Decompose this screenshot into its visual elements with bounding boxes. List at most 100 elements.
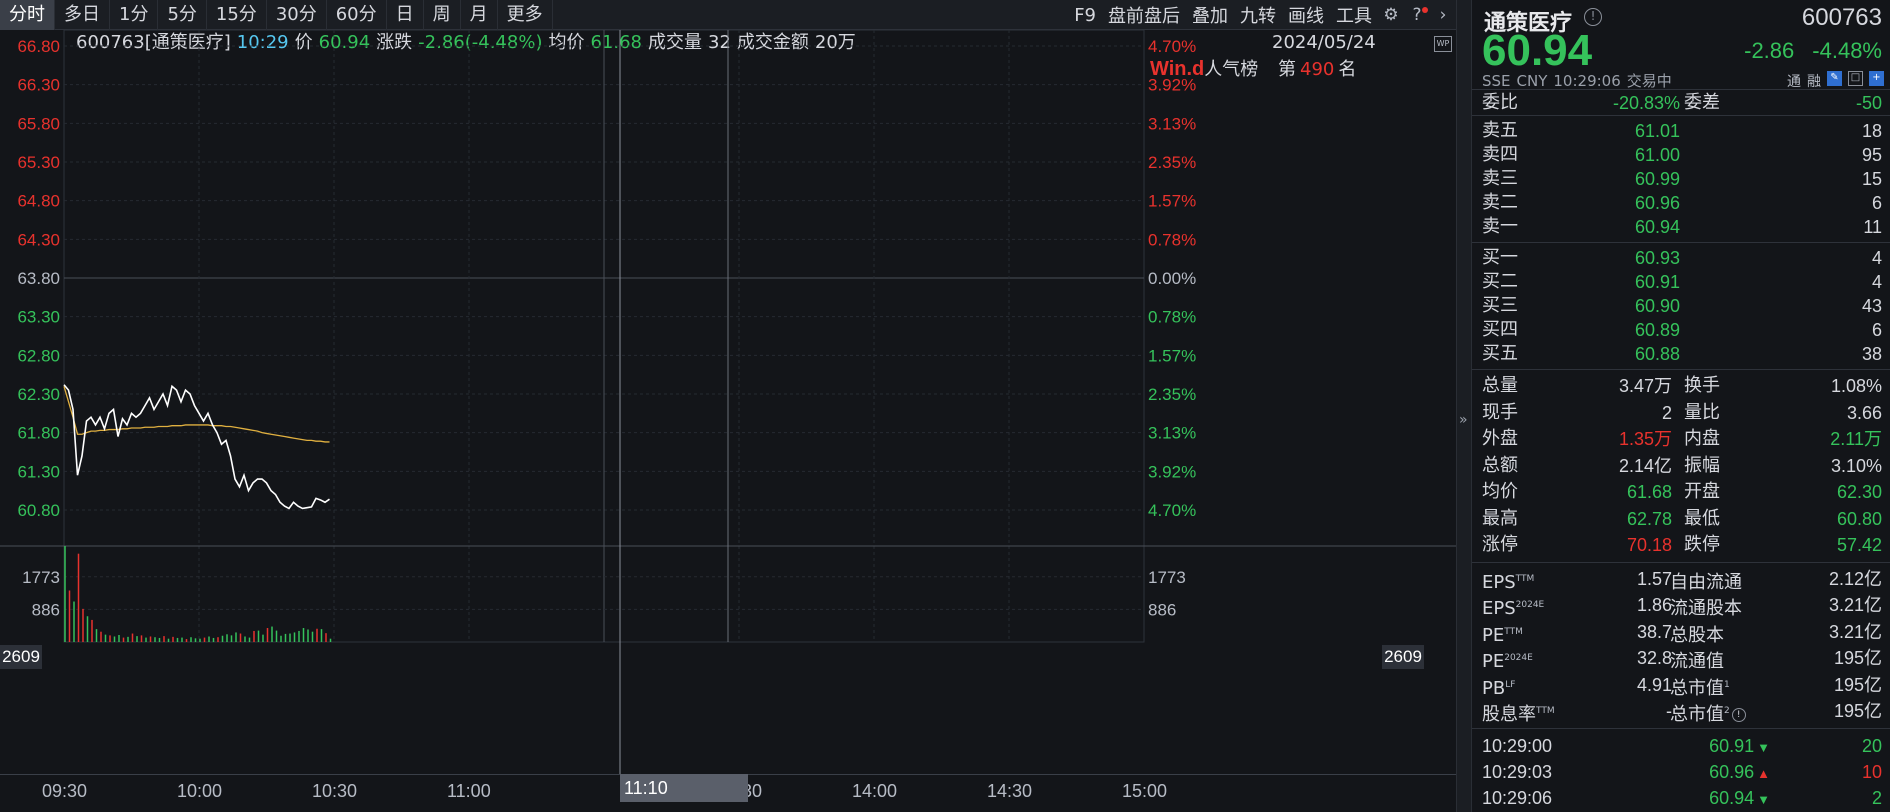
ask-label: 卖一 bbox=[1482, 216, 1518, 237]
stat-label: 外盘 bbox=[1482, 428, 1518, 449]
last-price: 60.94 bbox=[1482, 26, 1593, 75]
tong-tag[interactable]: 通 bbox=[1787, 71, 1801, 91]
ask-row[interactable]: 卖四 61.00 95 bbox=[1472, 143, 1890, 167]
stat-label-2: 换手 bbox=[1684, 375, 1720, 396]
info-icon[interactable]: ! bbox=[1731, 708, 1746, 722]
bid-price: 60.91 bbox=[1634, 272, 1680, 292]
quote-panel: 通策医疗 ! 600763 60.94 -2.86 -4.48% SSE CNY 10… bbox=[1472, 0, 1890, 812]
intraday-chart[interactable]: 600763[通策医疗] 10:29 价 60.94 涨跌 -2.86(-4.48%) 均价… bbox=[0, 30, 1456, 812]
ask-price: 61.00 bbox=[1634, 145, 1680, 165]
trade-volume: 2 bbox=[1871, 787, 1882, 808]
bid-row[interactable]: 买四 60.89 6 bbox=[1472, 318, 1890, 342]
tab-6[interactable]: 60分 bbox=[327, 0, 387, 30]
time-tick: 10:00 bbox=[177, 781, 223, 801]
price-tick-left: 66.30 bbox=[17, 76, 60, 95]
ask-label: 卖三 bbox=[1482, 168, 1518, 189]
tab-7[interactable]: 日 bbox=[387, 0, 424, 30]
stat-value-2: 3.10% bbox=[1830, 455, 1882, 476]
tab-5[interactable]: 30分 bbox=[267, 0, 327, 30]
tab-4[interactable]: 15分 bbox=[207, 0, 267, 30]
bid-row[interactable]: 买三 60.90 43 bbox=[1472, 294, 1890, 318]
time-tick: 10:30 bbox=[312, 781, 358, 801]
stat-value: 2 bbox=[1661, 402, 1672, 423]
trade-price-wrap: 60.96 ▲ bbox=[1709, 759, 1770, 787]
tools-button[interactable]: 工具 bbox=[1330, 2, 1378, 28]
fundamentals: EPSTTM 1.57 自由流通 2.12亿 EPS2024E 1.86 流通股本 3.21亿… bbox=[1472, 563, 1890, 729]
weibi-value: -20.83% bbox=[1612, 93, 1680, 113]
bid-row[interactable]: 买一 60.93 4 bbox=[1472, 246, 1890, 270]
volume-max-tag-left: 2609 bbox=[0, 645, 42, 669]
tab-1[interactable]: 多日 bbox=[55, 0, 110, 30]
pct-tick-right: 4.70% bbox=[1148, 501, 1196, 520]
fund-label: 股息率TTM bbox=[1482, 704, 1555, 725]
tab-0[interactable]: 分时 bbox=[0, 0, 55, 30]
pct-tick-right: 0.78% bbox=[1148, 308, 1196, 327]
volume-tick-right: 1773 bbox=[1148, 568, 1186, 587]
stat-value-2: 1.08% bbox=[1830, 376, 1882, 396]
pre-post-market-button[interactable]: 盘前盘后 bbox=[1102, 2, 1186, 28]
arrow-down-icon: ▼ bbox=[1757, 739, 1770, 755]
nine-turn-button[interactable]: 九转 bbox=[1234, 2, 1282, 28]
stat-label: 最高 bbox=[1482, 507, 1518, 529]
tab-2[interactable]: 1分 bbox=[110, 0, 159, 30]
ask-price: 60.94 bbox=[1634, 217, 1680, 237]
fund-value-2: 2.12亿 bbox=[1828, 568, 1882, 589]
time-tick: 15:00 bbox=[1122, 781, 1168, 801]
tab-3[interactable]: 5分 bbox=[158, 0, 207, 30]
ask-label: 卖四 bbox=[1482, 144, 1518, 165]
chevron-right-icon[interactable]: › bbox=[1430, 5, 1456, 25]
avg-price-line bbox=[63, 386, 330, 443]
ask-label: 卖五 bbox=[1482, 120, 1518, 141]
draw-line-button[interactable]: 画线 bbox=[1282, 2, 1330, 28]
ask-volume: 15 bbox=[1861, 169, 1882, 189]
rong-tag[interactable]: 融 bbox=[1807, 71, 1821, 91]
trade-price: 60.96 bbox=[1709, 761, 1755, 782]
overlay-button[interactable]: 叠加 bbox=[1186, 2, 1234, 28]
price-tick-left: 64.80 bbox=[17, 192, 60, 211]
stat-label-2: 跌停 bbox=[1684, 534, 1720, 555]
quote-subline: SSE CNY 10:29:06 交易中 bbox=[1482, 70, 1678, 91]
stat-value: 61.68 bbox=[1626, 482, 1672, 502]
tab-10[interactable]: 更多 bbox=[498, 0, 553, 30]
gear-icon[interactable]: ⚙ bbox=[1378, 5, 1404, 25]
fund-value: 38.7 bbox=[1636, 621, 1672, 642]
bid-volume: 4 bbox=[1871, 272, 1882, 292]
info-icon[interactable]: ! bbox=[1584, 8, 1602, 26]
ask-book: 卖五 61.01 18 卖四 61.00 95 卖三 60.99 15 卖二 60.96 6 卖一 60.… bbox=[1472, 116, 1890, 243]
tab-9[interactable]: 月 bbox=[461, 0, 498, 30]
fundamental-row: PBLF 4.91 总市值1 195亿 bbox=[1472, 672, 1890, 699]
period-tabs: 分时 多日 1分 5分 15分 30分 60分日周月更多 bbox=[0, 0, 553, 30]
chart-canvas: 66.80 4.70% 66.30 3.92% 65.80 3.13% 65.30 2.35%… bbox=[0, 30, 1456, 774]
notification-dot bbox=[1422, 7, 1428, 13]
bid-row[interactable]: 买五 60.88 38 bbox=[1472, 342, 1890, 366]
ask-row[interactable]: 卖一 60.94 11 bbox=[1472, 215, 1890, 239]
f9-button[interactable]: F9 bbox=[1068, 5, 1102, 26]
stat-label-2: 最低 bbox=[1684, 507, 1720, 529]
window-icon[interactable]: □ bbox=[1848, 71, 1863, 86]
ask-row[interactable]: 卖五 61.01 18 bbox=[1472, 119, 1890, 143]
volume-max-tag-right: 2609 bbox=[1382, 645, 1424, 669]
bid-row[interactable]: 买二 60.91 4 bbox=[1472, 270, 1890, 294]
trade-price: 60.91 bbox=[1709, 735, 1755, 756]
ask-price: 60.96 bbox=[1634, 193, 1680, 213]
plus-icon[interactable]: + bbox=[1869, 71, 1884, 86]
tab-8[interactable]: 周 bbox=[424, 0, 461, 30]
ask-row[interactable]: 卖三 60.99 15 bbox=[1472, 167, 1890, 191]
pct-tick-right: 3.13% bbox=[1148, 424, 1196, 443]
price-tick-left: 66.80 bbox=[17, 37, 60, 56]
ask-row[interactable]: 卖二 60.96 6 bbox=[1472, 191, 1890, 215]
help-icon[interactable]: ? bbox=[1404, 5, 1430, 25]
price-tick-left: 62.30 bbox=[17, 385, 60, 404]
pct-tick-right: 0.78% bbox=[1148, 230, 1196, 249]
weibi-row: 委比 -20.83% 委差 -50 bbox=[1472, 90, 1890, 116]
stat-label-2: 开盘 bbox=[1684, 481, 1720, 502]
edit-icon[interactable]: ✎ bbox=[1827, 71, 1842, 86]
stat-label-2: 内盘 bbox=[1684, 428, 1720, 449]
stat-label: 现手 bbox=[1482, 401, 1518, 423]
exchange: SSE bbox=[1482, 72, 1511, 90]
ask-volume: 6 bbox=[1871, 193, 1882, 213]
pct-tick-right: 3.92% bbox=[1148, 76, 1196, 95]
panel-collapse-handle[interactable]: » bbox=[1456, 0, 1472, 812]
trade-price: 60.94 bbox=[1709, 787, 1755, 808]
ask-volume: 18 bbox=[1861, 121, 1882, 141]
